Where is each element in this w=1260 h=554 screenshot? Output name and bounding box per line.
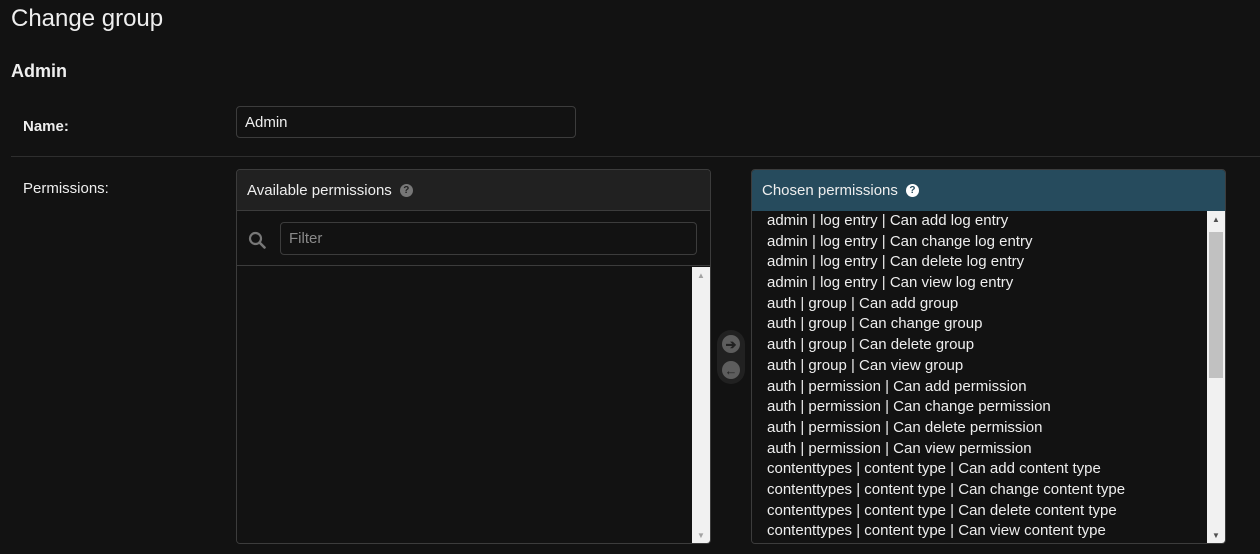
question-circle-icon[interactable]: ? — [905, 184, 919, 197]
permission-option[interactable]: auth | group | Can change group — [752, 314, 1207, 335]
row-divider — [11, 156, 1260, 157]
permission-option[interactable]: admin | log entry | Can delete log entry — [752, 252, 1207, 273]
chosen-options[interactable]: admin | log entry | Can add log entry ad… — [752, 211, 1207, 543]
available-options[interactable] — [237, 267, 692, 543]
permission-option[interactable]: admin | log entry | Can change log entry — [752, 232, 1207, 253]
permission-option[interactable]: auth | group | Can add group — [752, 294, 1207, 315]
scroll-up-icon[interactable]: ▲ — [1207, 211, 1225, 227]
scroll-thumb[interactable] — [1209, 232, 1223, 378]
name-label: Name: — [23, 118, 69, 135]
name-input[interactable] — [236, 106, 576, 138]
permission-option[interactable]: auth | group | Can delete group — [752, 335, 1207, 356]
chosen-permissions-list[interactable]: admin | log entry | Can add log entry ad… — [752, 211, 1225, 543]
available-permissions-title: Available permissions — [247, 181, 392, 199]
search-icon — [248, 231, 266, 249]
available-permissions-box: Available permissions ? ▲ ▼ — [236, 169, 711, 544]
permission-option[interactable]: auth | permission | Can add permission — [752, 377, 1207, 398]
available-scrollbar[interactable]: ▲ ▼ — [692, 267, 710, 543]
arrow-right-circle-icon[interactable]: ➔ — [722, 335, 740, 353]
permission-option[interactable]: contenttypes | content type | Can view c… — [752, 521, 1207, 542]
permissions-label: Permissions: — [23, 180, 109, 197]
permission-option[interactable]: auth | permission | Can delete permissio… — [752, 418, 1207, 439]
permission-option[interactable]: auth | permission | Can change permissio… — [752, 397, 1207, 418]
question-circle-icon[interactable]: ? — [399, 183, 413, 197]
available-permissions-list[interactable]: ▲ ▼ — [237, 267, 710, 543]
arrow-left-circle-icon[interactable]: ← — [722, 361, 740, 379]
selector-chooser: ➔ ← — [717, 330, 745, 384]
permission-option[interactable]: contenttypes | content type | Can change… — [752, 480, 1207, 501]
permission-option[interactable]: contenttypes | content type | Can add co… — [752, 459, 1207, 480]
fieldset-title: Admin — [11, 61, 67, 81]
permission-option[interactable]: auth | permission | Can view permission — [752, 439, 1207, 460]
chosen-permissions-title: Chosen permissions — [762, 182, 898, 199]
scroll-down-icon[interactable]: ▼ — [1207, 527, 1225, 543]
chosen-permissions-box: Chosen permissions ? admin | log entry |… — [751, 169, 1226, 544]
permission-option[interactable]: contenttypes | content type | Can delete… — [752, 501, 1207, 522]
permission-option[interactable]: auth | group | Can view group — [752, 356, 1207, 377]
available-permissions-header: Available permissions ? — [237, 170, 710, 211]
scroll-down-icon[interactable]: ▼ — [692, 527, 710, 543]
scroll-up-icon[interactable]: ▲ — [692, 267, 710, 283]
permission-option[interactable]: admin | log entry | Can view log entry — [752, 273, 1207, 294]
permission-option[interactable]: admin | log entry | Can add log entry — [752, 211, 1207, 232]
filter-row — [237, 211, 710, 266]
chosen-permissions-header: Chosen permissions ? — [752, 170, 1225, 211]
chosen-scrollbar[interactable]: ▲ ▼ — [1207, 211, 1225, 543]
filter-input[interactable] — [280, 222, 697, 255]
page-title: Change group — [11, 5, 164, 32]
